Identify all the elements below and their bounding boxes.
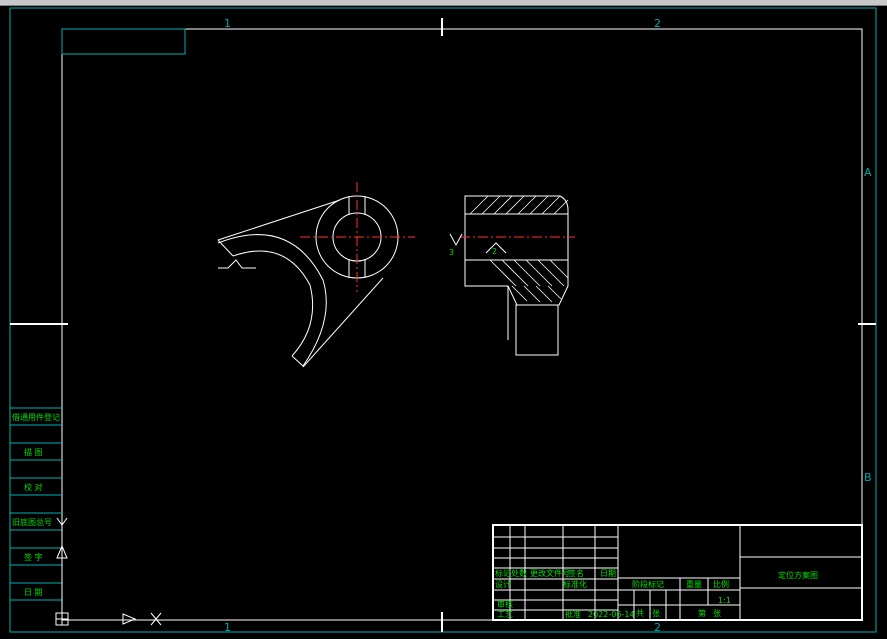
locating-mark-3: 3 [449,248,454,257]
title-block-weight-label: 重量 [686,579,702,589]
side-label-date: 日 期 [24,588,43,597]
outer-sheet-border [9,7,877,633]
zone-label-top-2: 2 [654,17,661,30]
title-block-scale-value: 1:1 [718,596,731,605]
title-block-scale-label: 比例 [713,579,729,589]
title-block-review-label: 审核 [497,599,513,609]
side-signature-block [10,407,62,601]
locating-mark-2: 2 [492,247,497,256]
side-label-check: 校 对 [24,482,43,492]
side-label-borrowed: 借通用件登记 [12,412,60,422]
title-block-zones-label: 处数 [511,568,527,578]
title-block-sheet-no-label: 第 [698,608,706,618]
side-label-sign: 签 字 [24,552,43,562]
title-block-file-label: 更改文件号 [530,568,570,578]
fork-side-view [464,195,569,356]
title-block-sign-label: 签名 [568,568,584,578]
title-block-sheet-unit-label: 张 [652,609,660,618]
zone-label-right-a: A [864,166,872,179]
title-block-standard-label: 标准化 [563,579,587,589]
title-block-design-label: 设计 [495,579,511,589]
ucs-axis-icon [55,517,162,626]
title-block-stage-label: 阶段标记 [632,579,664,589]
title-block-sheets-total-label: 共 [636,609,644,618]
title-block-mark-label: 标记 [495,568,511,578]
title-block-date-value: 2022-06-14 [588,610,635,619]
zone-label-right-b: B [864,471,872,484]
zone-label-bottom-1: 1 [224,621,231,634]
side-label-trace: 描 图 [24,447,43,457]
zone-label-bottom-2: 2 [654,621,661,634]
cad-drawing-canvas[interactable]: 1 2 1 2 A B 借通用件登记 描 图 校 对 旧底图总号 签 字 日 期 [0,0,887,639]
side-label-old-number: 旧底图总号 [12,517,52,527]
front-view-centerlines [300,182,415,292]
title-block-drawing-title: 定位方案图 [778,570,818,580]
zone-label-top-1: 1 [224,17,231,30]
fork-front-view [217,195,399,368]
inner-drawing-frame [61,28,863,621]
title-block-craft-label: 工艺 [497,610,513,619]
title-block-sheet-unit-label-2: 张 [713,609,721,618]
title-block-date-label: 日期 [600,569,616,578]
title-block-approve-label: 批准 [565,609,581,619]
top-left-code-box [61,28,186,55]
